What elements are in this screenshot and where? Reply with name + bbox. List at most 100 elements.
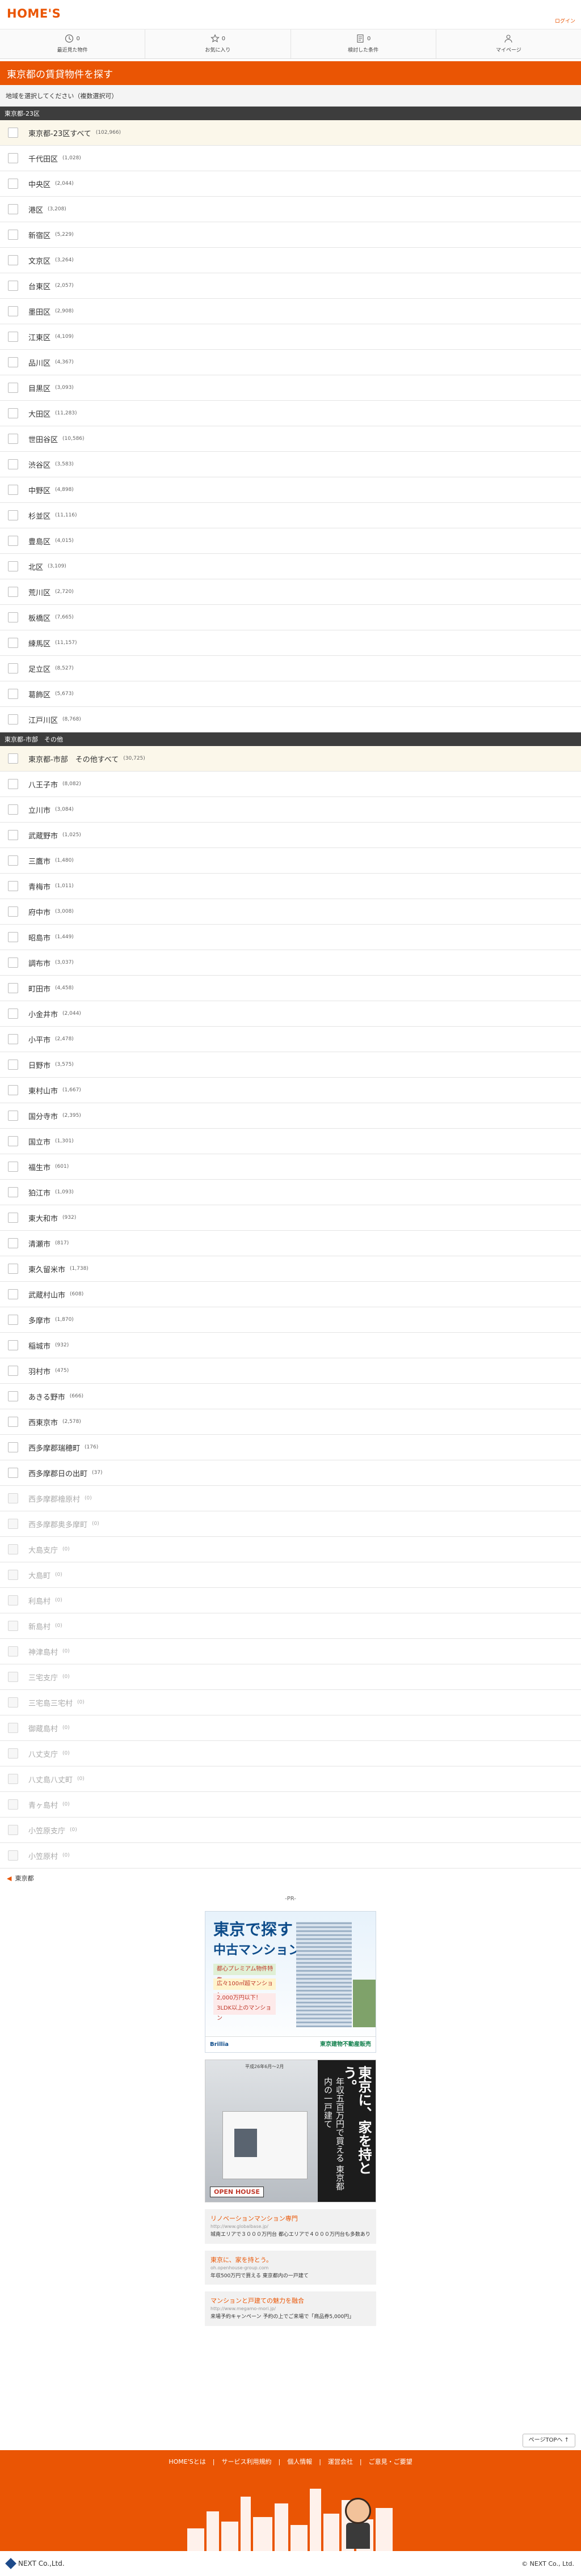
area-row[interactable]: 多摩市 (1,870) <box>0 1307 581 1333</box>
area-checkbox[interactable] <box>8 1060 18 1070</box>
area-row[interactable]: 立川市 (3,084) <box>0 797 581 823</box>
area-checkbox[interactable] <box>8 485 18 495</box>
area-row[interactable]: 福生市 (601) <box>0 1154 581 1180</box>
footer-link[interactable]: ご意見・ご要望 <box>369 2458 412 2465</box>
area-checkbox[interactable] <box>8 230 18 240</box>
area-checkbox[interactable] <box>8 1366 18 1376</box>
area-row[interactable]: 世田谷区 (10,586) <box>0 426 581 452</box>
area-checkbox[interactable] <box>8 153 18 163</box>
area-row[interactable]: 稲城市 (932) <box>0 1333 581 1358</box>
area-row[interactable]: 西多摩郡日の出町 (37) <box>0 1460 581 1486</box>
area-checkbox[interactable] <box>8 332 18 342</box>
area-row[interactable]: 葛飾区 (5,673) <box>0 681 581 707</box>
area-checkbox[interactable] <box>8 255 18 265</box>
area-checkbox[interactable] <box>8 1136 18 1146</box>
area-checkbox[interactable] <box>8 383 18 393</box>
area-row[interactable]: 北区 (3,109) <box>0 554 581 579</box>
site-logo[interactable]: HOME'S <box>7 7 61 20</box>
area-checkbox[interactable] <box>8 1391 18 1401</box>
footer-link[interactable]: HOME'Sとは <box>169 2458 205 2465</box>
banner-ad-mansion[interactable]: 東京で探す 中古マンション 都心プレミアム物件特集 広々100㎡超マンション 2… <box>205 1911 376 2053</box>
area-checkbox[interactable] <box>8 1468 18 1478</box>
area-row[interactable]: 西東京市 (2,578) <box>0 1409 581 1435</box>
area-row[interactable]: 府中市 (3,008) <box>0 899 581 925</box>
area-checkbox[interactable] <box>8 510 18 520</box>
area-checkbox[interactable] <box>8 855 18 866</box>
area-row[interactable]: 墨田区 (2,908) <box>0 299 581 324</box>
area-row[interactable]: 中野区 (4,898) <box>0 477 581 503</box>
area-checkbox[interactable] <box>8 561 18 571</box>
banner-ad-openhouse[interactable]: 平成26年6月〜2月 東京に、家を持とう。 年収五百万円で買える 東京都内の一戸… <box>205 2060 376 2202</box>
area-checkbox[interactable] <box>8 1315 18 1325</box>
area-row-all-shibu[interactable]: 東京都-市部 その他すべて (30,725) <box>0 746 581 772</box>
area-checkbox[interactable] <box>8 408 18 418</box>
area-row[interactable]: 港区 (3,208) <box>0 197 581 222</box>
area-row[interactable]: 東村山市 (1,667) <box>0 1078 581 1103</box>
area-checkbox[interactable] <box>8 932 18 942</box>
area-row[interactable]: 調布市 (3,037) <box>0 950 581 976</box>
area-checkbox[interactable] <box>8 1085 18 1095</box>
area-row[interactable]: 江東区 (4,109) <box>0 324 581 350</box>
area-checkbox[interactable] <box>8 1213 18 1223</box>
area-checkbox[interactable] <box>8 1009 18 1019</box>
area-checkbox[interactable] <box>8 663 18 673</box>
area-checkbox[interactable] <box>8 128 18 138</box>
login-link[interactable]: ログイン <box>555 17 575 24</box>
area-row[interactable]: 武蔵野市 (1,025) <box>0 823 581 848</box>
nav-recent[interactable]: 0 最近見た物件 <box>0 29 146 58</box>
area-checkbox[interactable] <box>8 804 18 815</box>
area-checkbox[interactable] <box>8 1264 18 1274</box>
nav-saved-conditions[interactable]: 0 検討した条件 <box>291 29 436 58</box>
area-row[interactable]: 国立市 (1,301) <box>0 1129 581 1154</box>
area-row[interactable]: 渋谷区 (3,583) <box>0 452 581 477</box>
area-checkbox[interactable] <box>8 753 18 764</box>
area-checkbox[interactable] <box>8 779 18 789</box>
area-row[interactable]: 狛江市 (1,093) <box>0 1180 581 1205</box>
area-checkbox[interactable] <box>8 957 18 968</box>
area-row[interactable]: 台東区 (2,057) <box>0 273 581 299</box>
area-checkbox[interactable] <box>8 179 18 189</box>
area-row[interactable]: あきる野市 (666) <box>0 1384 581 1409</box>
area-row[interactable]: 日野市 (3,575) <box>0 1052 581 1078</box>
area-checkbox[interactable] <box>8 830 18 840</box>
text-ad[interactable]: マンションと戸建ての魅力を融合 http://www.megamo-mori.jp… <box>205 2291 376 2326</box>
nav-favorites[interactable]: 0 お気に入り <box>145 29 291 58</box>
area-row[interactable]: 板橋区 (7,665) <box>0 605 581 630</box>
area-row[interactable]: 昭島市 (1,449) <box>0 925 581 950</box>
area-checkbox[interactable] <box>8 357 18 367</box>
area-row[interactable]: 清瀬市 (817) <box>0 1231 581 1256</box>
area-row[interactable]: 小平市 (2,478) <box>0 1027 581 1052</box>
text-ad[interactable]: 東京に、家を持とう。 oh.openhouse-group.com 年収500万円で… <box>205 2250 376 2285</box>
area-checkbox[interactable] <box>8 881 18 891</box>
area-checkbox[interactable] <box>8 306 18 316</box>
nav-mypage[interactable]: マイページ <box>436 29 581 58</box>
area-row[interactable]: 町田市 (4,458) <box>0 976 581 1001</box>
area-checkbox[interactable] <box>8 1238 18 1248</box>
area-checkbox[interactable] <box>8 281 18 291</box>
area-row[interactable]: 中央区 (2,044) <box>0 171 581 197</box>
area-row[interactable]: 文京区 (3,264) <box>0 248 581 273</box>
area-checkbox[interactable] <box>8 434 18 444</box>
area-checkbox[interactable] <box>8 1340 18 1350</box>
area-row[interactable]: 杉並区 (11,116) <box>0 503 581 528</box>
area-row[interactable]: 武蔵村山市 (608) <box>0 1282 581 1307</box>
area-row[interactable]: 国分寺市 (2,395) <box>0 1103 581 1129</box>
area-row[interactable]: 大田区 (11,283) <box>0 401 581 426</box>
area-row[interactable]: 目黒区 (3,093) <box>0 375 581 401</box>
area-checkbox[interactable] <box>8 689 18 699</box>
area-row[interactable]: 羽村市 (475) <box>0 1358 581 1384</box>
area-row-all-23ku[interactable]: 東京都-23区すべて (102,966) <box>0 120 581 146</box>
footer-link[interactable]: サービス利用規約 <box>221 2458 271 2465</box>
area-row[interactable]: 西多摩郡瑞穂町 (176) <box>0 1435 581 1460</box>
area-row[interactable]: 品川区 (4,367) <box>0 350 581 375</box>
area-checkbox[interactable] <box>8 1034 18 1044</box>
footer-link[interactable]: 運営会社 <box>328 2458 353 2465</box>
footer-link[interactable]: 個人情報 <box>287 2458 312 2465</box>
area-row[interactable]: 東久留米市 (1,738) <box>0 1256 581 1282</box>
area-row[interactable]: 東大和市 (932) <box>0 1205 581 1231</box>
area-checkbox[interactable] <box>8 906 18 917</box>
area-row[interactable]: 足立区 (8,527) <box>0 656 581 681</box>
area-checkbox[interactable] <box>8 612 18 622</box>
area-row[interactable]: 荒川区 (2,720) <box>0 579 581 605</box>
area-checkbox[interactable] <box>8 1442 18 1452</box>
